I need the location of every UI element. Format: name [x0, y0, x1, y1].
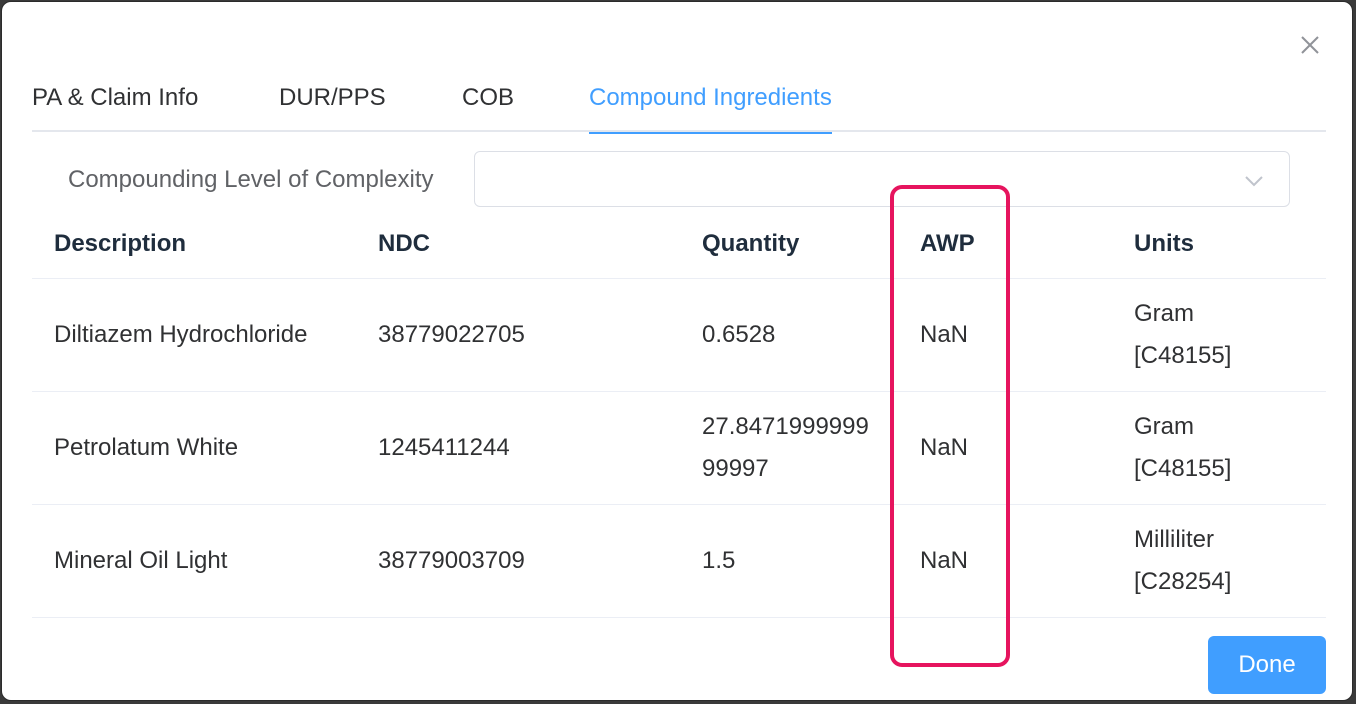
header-quantity: Quantity	[702, 230, 800, 257]
cell-ndc: 38779003709	[378, 547, 525, 574]
table-row: Mineral Oil Light 38779003709 1.5 NaN Mi…	[32, 505, 1326, 618]
done-button[interactable]: Done	[1208, 636, 1326, 694]
close-icon[interactable]	[1298, 33, 1322, 57]
cell-awp: NaN	[920, 547, 969, 574]
tab-dur-pps[interactable]: DUR/PPS	[279, 74, 386, 132]
cell-units: Gram [C48155]	[1134, 300, 1232, 369]
cell-description: Petrolatum White	[54, 434, 239, 461]
chevron-down-icon	[1245, 176, 1263, 187]
tab-pa-claim-info[interactable]: PA & Claim Info	[32, 74, 198, 132]
cell-units: Gram [C48155]	[1134, 413, 1232, 482]
ingredients-table: Description NDC Quantity AWP Units Dilti…	[32, 214, 1326, 618]
cell-quantity: 27.847199999999997	[702, 413, 869, 482]
cell-description: Mineral Oil Light	[54, 547, 228, 574]
tab-compound-ingredients[interactable]: Compound Ingredients	[589, 74, 832, 134]
header-units: Units	[1134, 230, 1194, 257]
header-awp: AWP	[920, 230, 975, 257]
cell-awp: NaN	[920, 321, 969, 348]
compound-dialog: PA & Claim Info DUR/PPS COB Compound Ing…	[1, 1, 1353, 701]
cell-quantity: 1.5	[702, 547, 736, 574]
header-ndc: NDC	[378, 230, 430, 257]
tab-cob[interactable]: COB	[462, 74, 514, 132]
table-row: Diltiazem Hydrochloride 38779022705 0.65…	[32, 279, 1326, 392]
cell-awp: NaN	[920, 434, 969, 461]
table-header: Description NDC Quantity AWP Units	[32, 214, 1326, 279]
complexity-select[interactable]	[474, 151, 1290, 207]
cell-units: Milliliter [C28254]	[1134, 526, 1232, 595]
cell-ndc: 38779022705	[378, 321, 525, 348]
cell-description: Diltiazem Hydrochloride	[54, 321, 308, 348]
complexity-label: Compounding Level of Complexity	[68, 166, 434, 193]
cell-ndc: 1245411244	[378, 434, 510, 461]
header-description: Description	[54, 230, 187, 257]
cell-quantity: 0.6528	[702, 321, 776, 348]
tab-bar: PA & Claim Info DUR/PPS COB Compound Ing…	[32, 74, 1326, 134]
table-row: Petrolatum White 1245411244 27.847199999…	[32, 392, 1326, 505]
